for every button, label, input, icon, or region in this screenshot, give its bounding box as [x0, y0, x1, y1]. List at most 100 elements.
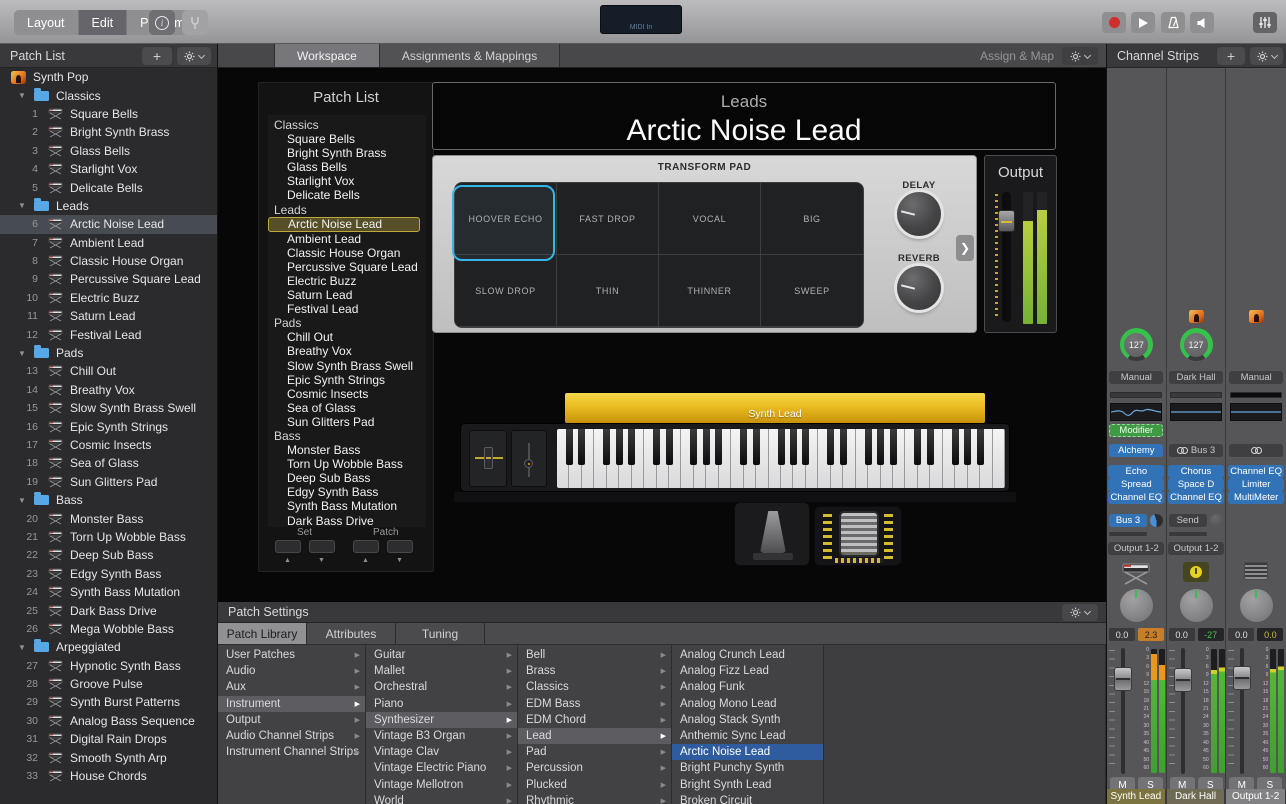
patch-list-item[interactable]: Dark Bass Drive — [268, 514, 426, 527]
master-mute-button[interactable] — [1190, 12, 1214, 33]
patch-list-item[interactable]: Glass Bells — [268, 160, 426, 174]
library-item[interactable]: Vintage Mellotron▶ — [366, 777, 517, 793]
library-item[interactable]: Instrument▶ — [218, 696, 365, 712]
library-item[interactable]: Guitar▶ — [366, 647, 517, 663]
library-item[interactable]: Percussion▶ — [518, 760, 671, 776]
patch-row[interactable]: 5Delicate Bells — [0, 178, 217, 196]
library-item[interactable]: Lead▶ — [518, 728, 671, 744]
black-key[interactable] — [666, 429, 673, 465]
send-slot[interactable]: Send — [1167, 514, 1226, 527]
sustain-pedal[interactable] — [734, 502, 810, 566]
patch-row[interactable]: 1Square Bells — [0, 105, 217, 123]
effect-slot-button[interactable]: Channel EQ — [1107, 491, 1166, 504]
mode-button-layout[interactable]: Layout — [14, 10, 79, 35]
disclosure-triangle-icon[interactable]: ▼ — [18, 201, 30, 210]
black-key[interactable] — [790, 429, 797, 465]
library-item[interactable]: Rhythmic▶ — [518, 793, 671, 804]
library-item[interactable]: User Patches▶ — [218, 647, 365, 663]
patch-row[interactable]: 22Deep Sub Bass — [0, 546, 217, 564]
black-key[interactable] — [827, 429, 834, 465]
library-item[interactable]: Mallet▶ — [366, 663, 517, 679]
library-item[interactable]: Broken Circuit — [672, 793, 823, 804]
library-item[interactable]: Vintage Electric Piano▶ — [366, 760, 517, 776]
volume-value[interactable]: 0.0 — [1257, 628, 1283, 641]
disclosure-triangle-icon[interactable]: ▼ — [18, 91, 30, 100]
channel-strip-name[interactable]: Dark Hall — [1167, 789, 1226, 804]
patch-row[interactable]: 26Mega Wobble Bass — [0, 620, 217, 638]
black-key[interactable] — [628, 429, 635, 465]
patch-row[interactable]: 8Classic House Organ — [0, 252, 217, 270]
patch-list-item[interactable]: Percussive Square Lead — [268, 260, 426, 274]
folder-row[interactable]: ▼Arpeggiated — [0, 638, 217, 656]
patch-row[interactable]: 24Synth Bass Mutation — [0, 583, 217, 601]
effect-slot-button[interactable]: Spread — [1107, 478, 1166, 491]
channel-strips-action-menu[interactable] — [1250, 47, 1283, 65]
pan-knob[interactable] — [1226, 589, 1286, 622]
library-item[interactable]: Piano▶ — [366, 696, 517, 712]
black-key[interactable] — [653, 429, 660, 465]
patch-row[interactable]: 28Groove Pulse — [0, 675, 217, 693]
eq-thumbnail[interactable] — [1107, 403, 1166, 421]
library-item[interactable]: Brass▶ — [518, 663, 671, 679]
channel-strip[interactable]: 127ManualModifierAlchemyEchoSpreadChanne… — [1107, 68, 1167, 804]
channel-setting-button[interactable]: Dark Hall — [1167, 371, 1226, 384]
library-item[interactable]: Orchestral▶ — [366, 679, 517, 695]
transform-pad-cell[interactable]: SLOW DROP — [455, 255, 557, 327]
library-item[interactable]: Output▶ — [218, 712, 365, 728]
black-key[interactable] — [952, 429, 959, 465]
effect-slot-button[interactable]: Space D — [1167, 478, 1226, 491]
black-key[interactable] — [715, 429, 722, 465]
patch-row[interactable]: 19Sun Glitters Pad — [0, 473, 217, 491]
library-item[interactable]: Instrument Channel Strips▶ — [218, 744, 365, 760]
effect-slot-button[interactable]: Limiter — [1226, 478, 1286, 491]
disclosure-triangle-icon[interactable]: ▼ — [18, 496, 30, 505]
folder-row[interactable]: ▼Leads — [0, 197, 217, 215]
library-item[interactable]: Synthesizer▶ — [366, 712, 517, 728]
output-fader[interactable] — [998, 210, 1015, 232]
patch-list-item[interactable]: Square Bells — [268, 132, 426, 146]
volume-fader[interactable] — [1228, 646, 1254, 776]
library-item[interactable]: Audio▶ — [218, 663, 365, 679]
patch-list-item[interactable]: Torn Up Wobble Bass — [268, 457, 426, 471]
patch-list-item[interactable]: Ambient Lead — [268, 232, 426, 246]
patch-row[interactable]: 6Arctic Noise Lead — [0, 215, 217, 233]
record-button[interactable] — [1102, 12, 1126, 33]
patch-row[interactable]: 18Sea of Glass — [0, 454, 217, 472]
patch-row[interactable]: 29Synth Burst Patterns — [0, 693, 217, 711]
transform-pad-cell[interactable]: VOCAL — [659, 183, 761, 255]
input-slot-button[interactable]: Bus 3 — [1167, 444, 1226, 457]
transform-pad-cell[interactable]: BIG — [761, 183, 863, 255]
black-key[interactable] — [877, 429, 884, 465]
workspace-action-menu[interactable] — [1062, 47, 1098, 65]
patch-row[interactable]: 10Electric Buzz — [0, 289, 217, 307]
black-key[interactable] — [840, 429, 847, 465]
patch-list-item[interactable]: Classic House Organ — [268, 246, 426, 260]
patch-row[interactable]: 31Digital Rain Drops — [0, 730, 217, 748]
effect-slot-button[interactable]: MultiMeter — [1226, 491, 1286, 504]
patch-row[interactable]: 30Analog Bass Sequence — [0, 712, 217, 730]
reverb-knob[interactable] — [897, 266, 941, 310]
library-item[interactable]: Analog Crunch Lead — [672, 647, 823, 663]
library-item[interactable]: Arctic Noise Lead — [672, 744, 823, 760]
library-item[interactable]: Anthemic Sync Lead — [672, 728, 823, 744]
patch-row[interactable]: 14Breathy Vox — [0, 381, 217, 399]
patch-row[interactable]: 3Glass Bells — [0, 142, 217, 160]
patch-list-item[interactable]: Chill Out — [268, 330, 426, 344]
send-slot[interactable]: Bus 3 — [1107, 514, 1166, 527]
output-slot-button[interactable]: Output 1-2 — [1167, 542, 1226, 555]
patch-digit-button[interactable] — [353, 540, 379, 553]
patch-list-item[interactable]: Sea of Glass — [268, 401, 426, 415]
expression-wheel[interactable] — [814, 506, 902, 566]
patch-list-item[interactable]: Saturn Lead — [268, 288, 426, 302]
black-key[interactable] — [964, 429, 971, 465]
fader-cap[interactable] — [1114, 667, 1132, 691]
pan-value[interactable]: 0.0 — [1109, 628, 1135, 641]
patch-row[interactable]: 15Slow Synth Brass Swell — [0, 399, 217, 417]
level-knob[interactable]: 127 — [1107, 328, 1166, 361]
tab-attributes[interactable]: Attributes — [307, 623, 396, 644]
keyboard-keys[interactable] — [557, 429, 1005, 488]
fader-cap[interactable] — [1174, 668, 1192, 692]
output-slot-button[interactable]: Output 1-2 — [1107, 542, 1166, 555]
panel-expand-button[interactable]: ❯ — [956, 235, 974, 261]
library-item[interactable]: Bright Punchy Synth — [672, 760, 823, 776]
